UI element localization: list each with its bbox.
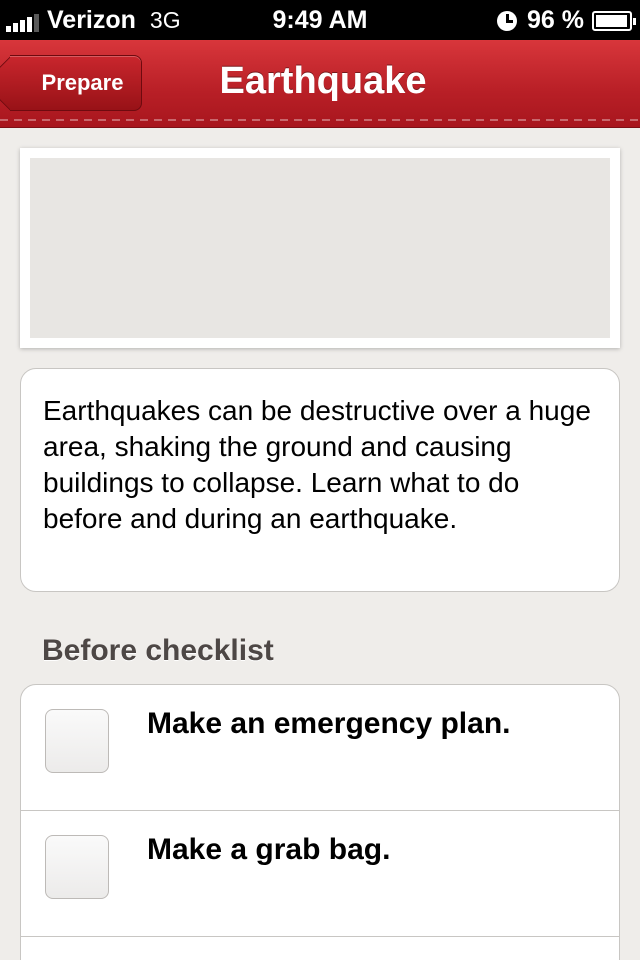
status-bar: Verizon 3G 9:49 AM 96 % bbox=[0, 0, 640, 40]
checklist-item-label: Make a grab bag. bbox=[147, 833, 391, 866]
navigation-bar: Prepare Earthquake bbox=[0, 40, 640, 128]
checkbox[interactable] bbox=[45, 835, 109, 899]
description-card: Earthquakes can be destructive over a hu… bbox=[20, 368, 620, 592]
back-button-prepare[interactable]: Prepare bbox=[10, 55, 142, 111]
alarm-clock-icon bbox=[497, 10, 518, 31]
before-checklist: Make an emergency plan. Make a grab bag. bbox=[20, 684, 620, 960]
status-right: 96 % bbox=[497, 6, 636, 35]
description-text: Earthquakes can be destructive over a hu… bbox=[43, 395, 591, 534]
hero-image-frame bbox=[20, 148, 620, 348]
battery-percent: 96 % bbox=[527, 6, 584, 34]
before-checklist-heading: Before checklist bbox=[42, 634, 274, 667]
checklist-item[interactable]: Make an emergency plan. bbox=[21, 685, 619, 811]
checkbox[interactable] bbox=[45, 709, 109, 773]
checklist-item[interactable]: Make a grab bag. bbox=[21, 811, 619, 937]
battery-icon bbox=[592, 10, 636, 31]
checklist-item-label: Make an emergency plan. bbox=[147, 707, 511, 740]
hero-image bbox=[30, 158, 610, 338]
back-button-label: Prepare bbox=[41, 70, 124, 95]
